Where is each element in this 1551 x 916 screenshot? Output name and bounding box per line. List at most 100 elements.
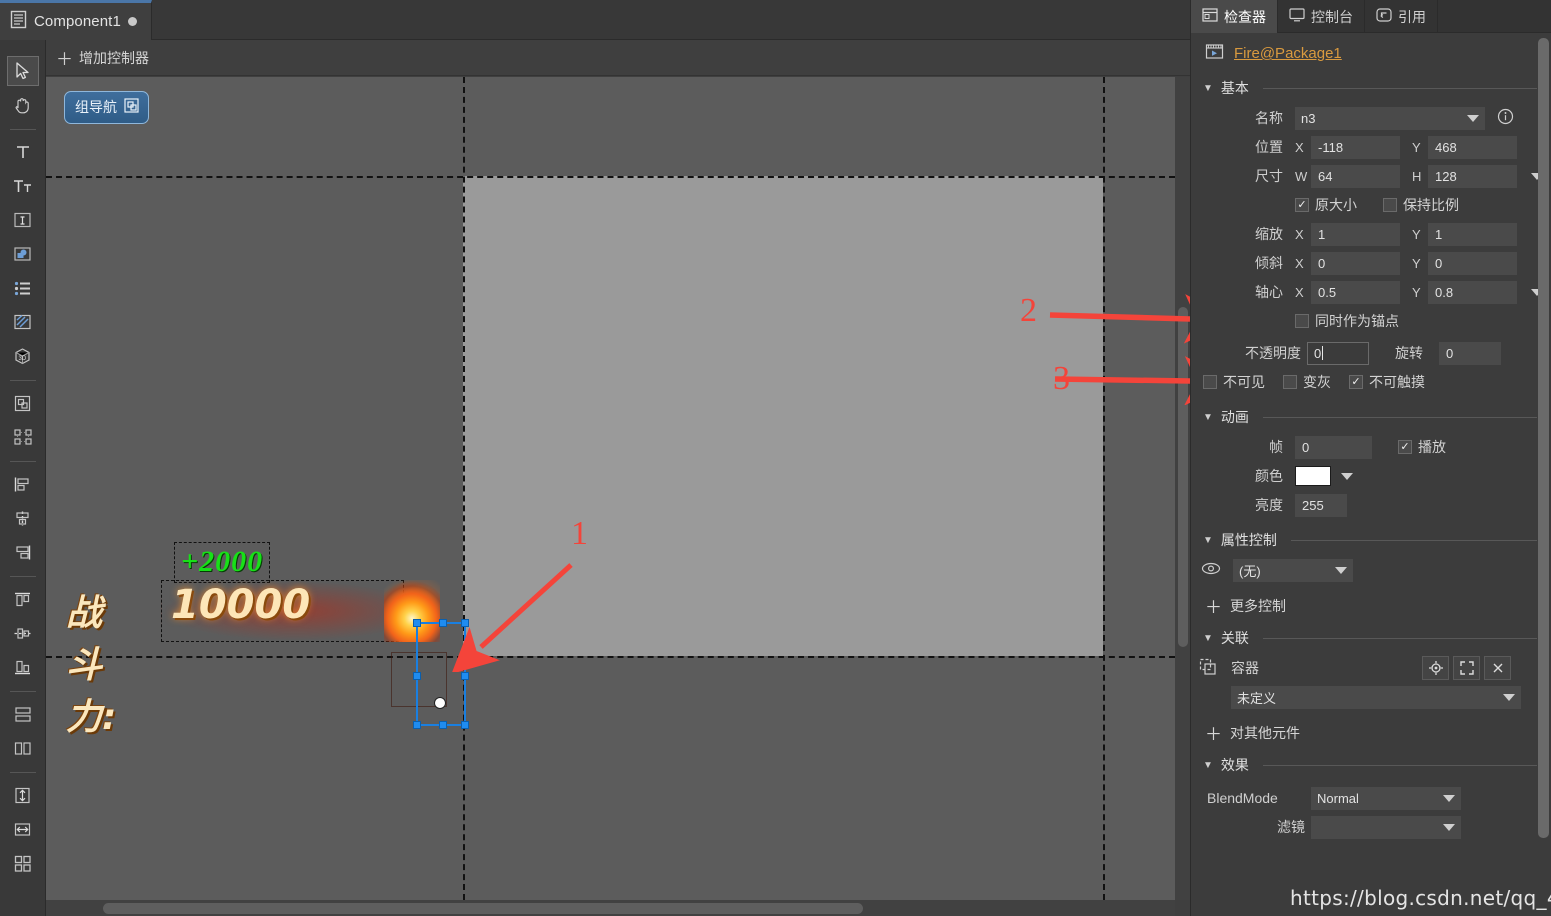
row-frame: 帧 0 播放 [1191,434,1551,460]
scale-x-input[interactable]: 1 [1311,222,1400,246]
resize-handle-se[interactable] [461,721,469,729]
resize-handle-e[interactable] [461,672,469,680]
inspected-object-name[interactable]: Fire@Package1 [1234,45,1342,62]
scale-label: 缩放 [1255,226,1283,242]
match-width-tool[interactable] [7,814,39,844]
add-controller-button[interactable]: 增加控制器 [79,48,149,68]
grayed-checkbox-box[interactable] [1283,375,1297,389]
property-control-combo[interactable]: (无) [1233,558,1353,582]
more-control-label: 更多控制 [1230,597,1286,614]
3d-icon[interactable]: 3D [7,341,39,371]
target-icon[interactable] [1422,656,1449,680]
color-swatch[interactable] [1295,466,1331,486]
pivot-x-input[interactable]: 0.5 [1311,280,1400,304]
opacity-input[interactable]: 0 [1307,341,1369,365]
scale-y-input[interactable]: 1 [1428,222,1517,246]
resize-handle-w[interactable] [413,672,421,680]
selection-box[interactable] [413,619,469,729]
section-header-basic[interactable]: ▼ 基本 [1191,72,1551,102]
document-tab-component1[interactable]: Component1 [0,0,152,40]
resize-handle-s[interactable] [439,721,447,729]
expand-icon[interactable] [1453,656,1480,680]
as-anchor-checkbox[interactable]: 同时作为锚点 [1295,311,1399,331]
match-height-tool[interactable] [7,780,39,810]
design-stage[interactable]: 组导航 +2000 战斗力: 10000 1 [46,77,1175,900]
size-width-input[interactable]: 64 [1311,164,1400,188]
section-header-effect[interactable]: ▼ 效果 [1191,749,1551,779]
tab-reference[interactable]: 引用 [1365,0,1438,33]
guide-vertical-right [1103,77,1105,900]
distribute-horizontal-tool[interactable] [7,733,39,763]
filter-combo[interactable] [1311,815,1461,839]
rich-text-tool[interactable] [7,171,39,201]
skew-y-input[interactable]: 0 [1428,251,1517,275]
canvas-vertical-scroll-thumb[interactable] [1178,307,1188,647]
resize-handle-sw[interactable] [413,721,421,729]
position-x-input[interactable]: -118 [1311,135,1400,159]
frame-input[interactable]: 0 [1295,435,1372,459]
rotation-input[interactable]: 0 [1439,341,1501,365]
invisible-checkbox[interactable]: 不可见 [1203,372,1265,392]
align-bottom-tool[interactable] [7,652,39,682]
keep-ratio-checkbox[interactable]: 保持比例 [1383,195,1459,215]
resize-handle-nw[interactable] [413,619,421,627]
section-header-animation[interactable]: ▼ 动画 [1191,401,1551,431]
align-right-tool[interactable] [7,537,39,567]
brightness-input[interactable]: 255 [1295,493,1347,517]
opacity-value: 0 [1314,345,1322,361]
tile-tool[interactable] [7,848,39,878]
pointer-tool[interactable] [6,56,39,86]
grayed-checkbox[interactable]: 变灰 [1283,372,1331,392]
keep-ratio-checkbox-box[interactable] [1383,198,1397,212]
align-center-tool[interactable] [7,503,39,533]
other-component-button[interactable]: ＋ 对其他元件 [1191,713,1551,749]
inspector-scroll-thumb[interactable] [1538,38,1549,838]
invisible-checkbox-box[interactable] [1203,375,1217,389]
blendmode-combo[interactable]: Normal [1311,786,1461,810]
original-size-checkbox-box[interactable] [1295,198,1309,212]
align-top-tool[interactable] [7,584,39,614]
position-y-input[interactable]: 468 [1428,135,1517,159]
more-control-button[interactable]: ＋ 更多控制 [1191,586,1551,622]
inspector-vertical-scrollbar[interactable] [1538,36,1549,902]
align-left-tool[interactable] [7,469,39,499]
section-property-control-title: 属性控制 [1220,532,1277,548]
list-tool[interactable] [7,273,39,303]
eye-icon[interactable] [1201,561,1221,579]
tab-console[interactable]: 控制台 [1278,0,1365,33]
close-icon[interactable] [1484,656,1511,680]
canvas-horizontal-scrollbar[interactable] [46,900,1175,916]
canvas-horizontal-scroll-thumb[interactable] [103,903,863,914]
color-chevron-down-icon[interactable] [1341,472,1353,480]
playing-checkbox-box[interactable] [1398,440,1412,454]
section-rule [1262,87,1537,89]
untouchable-checkbox-box[interactable] [1349,375,1363,389]
group-nav-badge[interactable]: 组导航 [64,91,149,124]
info-icon[interactable] [1497,108,1514,128]
graph-tool[interactable] [7,307,39,337]
playing-checkbox[interactable]: 播放 [1398,437,1446,457]
canvas-vertical-scrollbar[interactable] [1175,77,1190,900]
group-tool[interactable] [7,388,39,418]
section-header-property-control[interactable]: ▼ 属性控制 [1191,524,1551,554]
row-as-anchor: 同时作为锚点 [1191,308,1551,334]
loader-tool[interactable] [7,239,39,269]
pivot-y-input[interactable]: 0.8 [1428,280,1517,304]
container-combo[interactable]: 未定义 [1231,685,1521,709]
resize-handle-n[interactable] [439,619,447,627]
distribute-vertical-tool[interactable] [7,699,39,729]
as-anchor-checkbox-box[interactable] [1295,314,1309,328]
align-middle-tool[interactable] [7,618,39,648]
name-combo[interactable]: n3 [1295,106,1485,130]
original-size-checkbox[interactable]: 原大小 [1295,195,1357,215]
ungroup-tool[interactable] [7,422,39,452]
section-header-relation[interactable]: ▼ 关联 [1191,622,1551,652]
hand-tool[interactable] [7,90,39,120]
skew-x-input[interactable]: 0 [1311,251,1400,275]
untouchable-checkbox[interactable]: 不可触摸 [1349,372,1425,392]
tab-inspector[interactable]: 检查器 [1191,0,1278,33]
text-tool[interactable] [7,137,39,167]
resize-handle-ne[interactable] [461,619,469,627]
size-height-input[interactable]: 128 [1428,164,1517,188]
input-text-tool[interactable] [7,205,39,235]
